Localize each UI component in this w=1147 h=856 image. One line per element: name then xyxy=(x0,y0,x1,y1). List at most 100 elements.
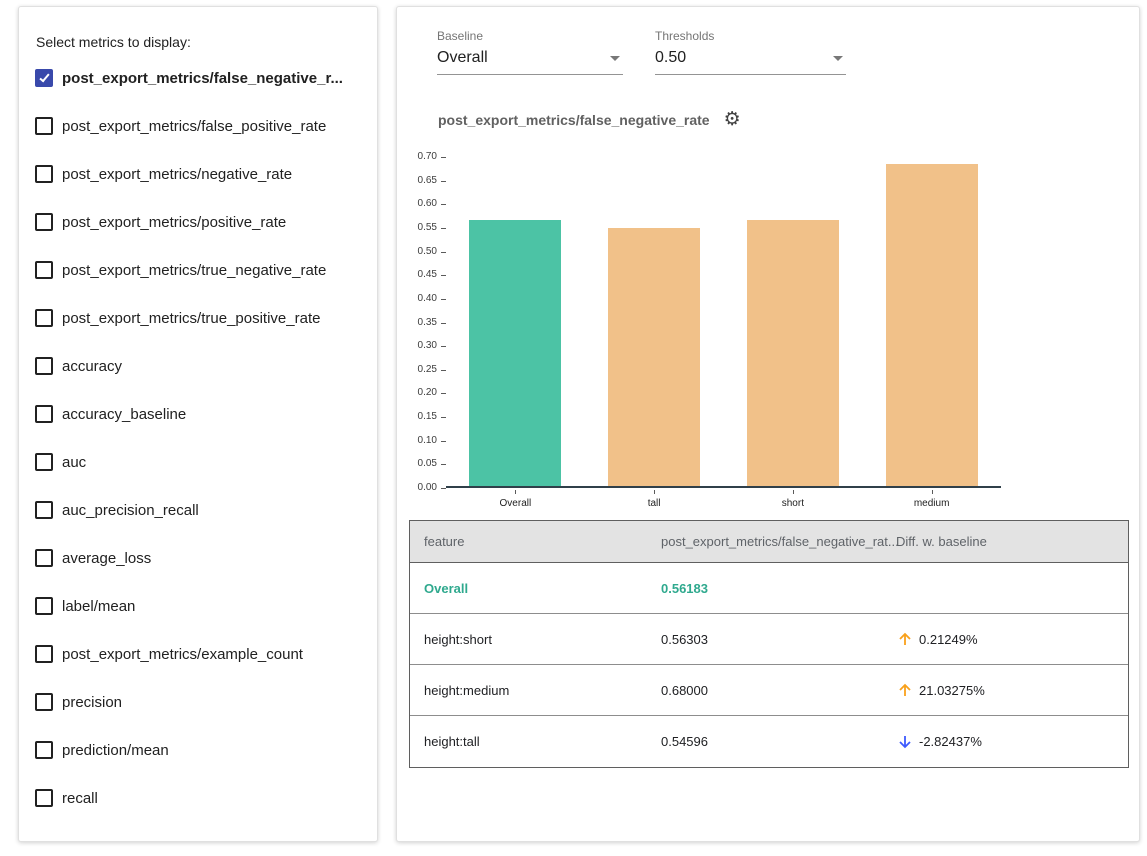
metric-label: auc xyxy=(62,454,86,471)
diff-indicator: -2.82437% xyxy=(896,733,1128,751)
table-header-metric: post_export_metrics/false_negative_rat..… xyxy=(657,534,892,549)
metrics-list: post_export_metrics/false_negative_r...p… xyxy=(19,54,377,822)
metric-label: post_export_metrics/positive_rate xyxy=(62,214,286,231)
y-axis-tick xyxy=(441,275,446,276)
metric-item[interactable]: post_export_metrics/false_positive_rate xyxy=(19,102,377,150)
metric-item[interactable]: post_export_metrics/true_negative_rate xyxy=(19,246,377,294)
metric-item[interactable]: prediction/mean xyxy=(19,726,377,774)
chart-bar-tall[interactable] xyxy=(608,228,700,486)
metric-label: post_export_metrics/false_negative_r... xyxy=(62,70,343,87)
diff-cell: 0.21249% xyxy=(892,630,1128,648)
y-axis-tick xyxy=(441,464,446,465)
metric-item[interactable]: accuracy xyxy=(19,342,377,390)
metric-item[interactable]: precision xyxy=(19,678,377,726)
checkbox-unchecked[interactable] xyxy=(35,309,53,327)
x-axis-label: Overall xyxy=(455,498,575,509)
checkbox-unchecked[interactable] xyxy=(35,789,53,807)
y-axis-tick-label: 0.35 xyxy=(397,317,437,329)
metric-item[interactable]: auc xyxy=(19,438,377,486)
checkbox-unchecked[interactable] xyxy=(35,117,53,135)
y-axis-tick xyxy=(441,204,446,205)
metric-item[interactable]: post_export_metrics/positive_rate xyxy=(19,198,377,246)
results-panel: Baseline Overall Thresholds 0.50 post_ex… xyxy=(396,6,1140,842)
chart-bar-short[interactable] xyxy=(747,220,839,486)
checkbox-unchecked[interactable] xyxy=(35,549,53,567)
y-axis-tick-label: 0.05 xyxy=(397,458,437,470)
metrics-panel-title: Select metrics to display: xyxy=(36,34,377,50)
metric-item[interactable]: accuracy_baseline xyxy=(19,390,377,438)
y-axis-tick-label: 0.40 xyxy=(397,293,437,305)
y-axis-tick xyxy=(441,252,446,253)
fairness-indicators-app: { "sidebar": { "title": "Select metrics … xyxy=(0,0,1147,856)
checkbox-unchecked[interactable] xyxy=(35,261,53,279)
metric-item[interactable]: auc_precision_recall xyxy=(19,486,377,534)
y-axis-tick-label: 0.10 xyxy=(397,435,437,447)
gear-icon[interactable]: ⚙ xyxy=(724,110,741,129)
checkbox-unchecked[interactable] xyxy=(35,165,53,183)
y-axis-tick-label: 0.20 xyxy=(397,387,437,399)
y-axis-tick-label: 0.45 xyxy=(397,269,437,281)
checkbox-unchecked[interactable] xyxy=(35,213,53,231)
metric-item[interactable]: post_export_metrics/false_negative_r... xyxy=(19,54,377,102)
x-axis-label: tall xyxy=(594,498,714,509)
chart-bar-medium[interactable] xyxy=(886,164,978,486)
table-row: Overall0.56183 xyxy=(410,563,1128,614)
value-cell: 0.68000 xyxy=(657,683,892,698)
y-axis-tick-label: 0.65 xyxy=(397,175,437,187)
metric-label: auc_precision_recall xyxy=(62,502,199,519)
metrics-select-panel: Select metrics to display: post_export_m… xyxy=(18,6,378,842)
y-axis-tick xyxy=(441,323,446,324)
y-axis-tick-label: 0.15 xyxy=(397,411,437,423)
y-axis-tick-label: 0.00 xyxy=(397,482,437,494)
table-header: feature post_export_metrics/false_negati… xyxy=(410,521,1128,563)
baseline-select[interactable]: Baseline Overall xyxy=(437,29,623,75)
thresholds-select-value-row[interactable]: 0.50 xyxy=(655,49,846,75)
metric-label: label/mean xyxy=(62,598,135,615)
metric-item[interactable]: post_export_metrics/true_positive_rate xyxy=(19,294,377,342)
value-cell: 0.56303 xyxy=(657,632,892,647)
checkbox-unchecked[interactable] xyxy=(35,501,53,519)
feature-cell: height:tall xyxy=(410,734,657,749)
arrow-up-icon xyxy=(896,681,914,699)
checkbox-unchecked[interactable] xyxy=(35,741,53,759)
metric-label: post_export_metrics/example_count xyxy=(62,646,303,663)
y-axis-tick xyxy=(441,441,446,442)
baseline-select-value-row[interactable]: Overall xyxy=(437,49,623,75)
y-axis-tick xyxy=(441,393,446,394)
checkbox-checked[interactable] xyxy=(35,69,53,87)
metric-item[interactable]: label/mean xyxy=(19,582,377,630)
checkbox-unchecked[interactable] xyxy=(35,645,53,663)
checkbox-unchecked[interactable] xyxy=(35,453,53,471)
table-row: height:medium0.6800021.03275% xyxy=(410,665,1128,716)
diff-indicator: 0.21249% xyxy=(896,630,1128,648)
table-row: height:tall0.54596 -2.82437% xyxy=(410,716,1128,767)
diff-indicator: 21.03275% xyxy=(896,681,1128,699)
metric-label: post_export_metrics/true_negative_rate xyxy=(62,262,326,279)
metric-item[interactable]: recall xyxy=(19,774,377,822)
checkbox-unchecked[interactable] xyxy=(35,405,53,423)
thresholds-select-label: Thresholds xyxy=(655,29,846,43)
chart-title: post_export_metrics/false_negative_rate xyxy=(438,112,710,128)
metric-item[interactable]: post_export_metrics/example_count xyxy=(19,630,377,678)
metric-label: post_export_metrics/true_positive_rate xyxy=(62,310,320,327)
diff-value: 21.03275% xyxy=(919,683,985,698)
baseline-select-label: Baseline xyxy=(437,29,623,43)
metric-label: recall xyxy=(62,790,98,807)
checkbox-unchecked[interactable] xyxy=(35,597,53,615)
diff-value: 0.21249% xyxy=(919,632,978,647)
x-axis-tick xyxy=(515,490,516,494)
value-cell: 0.54596 xyxy=(657,734,892,749)
x-axis-tick xyxy=(793,490,794,494)
chart-bar-Overall[interactable] xyxy=(469,220,561,486)
checkbox-unchecked[interactable] xyxy=(35,693,53,711)
thresholds-select[interactable]: Thresholds 0.50 xyxy=(655,29,846,75)
metric-label: accuracy_baseline xyxy=(62,406,186,423)
y-axis-tick-label: 0.55 xyxy=(397,222,437,234)
metric-item[interactable]: post_export_metrics/negative_rate xyxy=(19,150,377,198)
y-axis-tick xyxy=(441,157,446,158)
table-header-feature: feature xyxy=(410,534,657,549)
checkbox-unchecked[interactable] xyxy=(35,357,53,375)
y-axis-tick xyxy=(441,370,446,371)
feature-cell: height:short xyxy=(410,632,657,647)
metric-item[interactable]: average_loss xyxy=(19,534,377,582)
